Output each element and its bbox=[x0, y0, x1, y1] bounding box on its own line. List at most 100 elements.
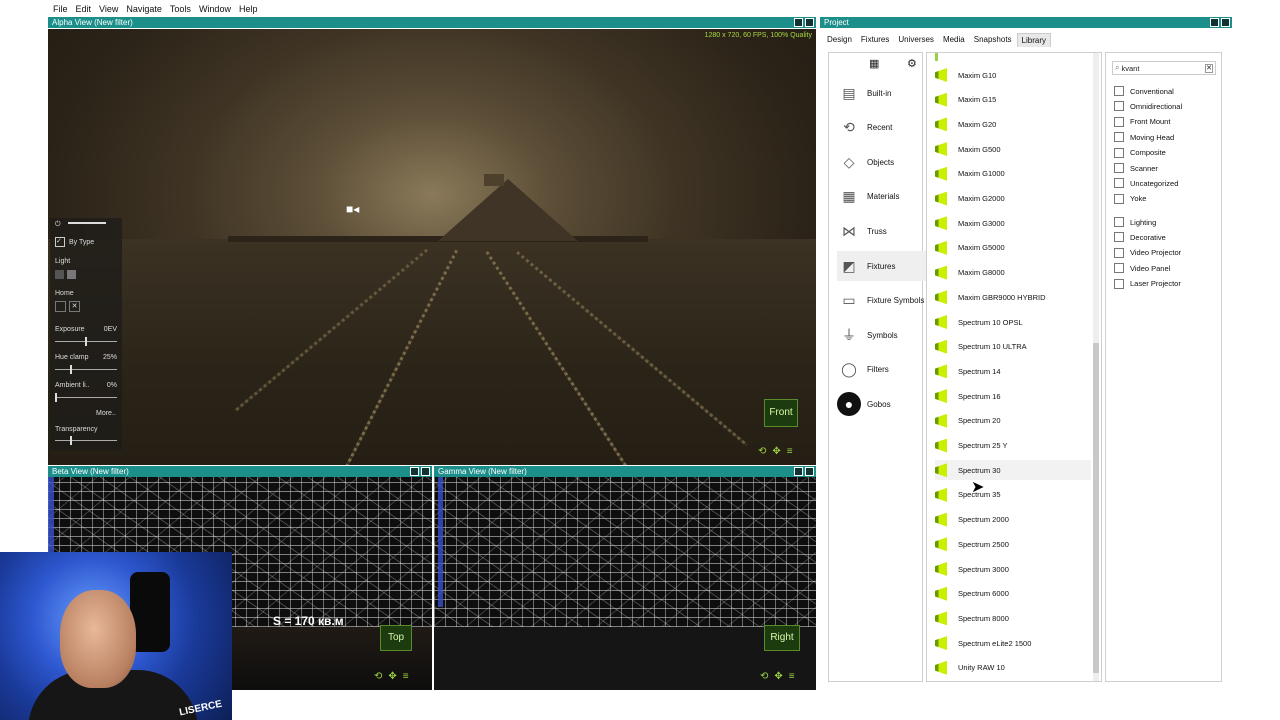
checkbox-icon[interactable] bbox=[1114, 232, 1124, 243]
hue-slider[interactable] bbox=[55, 365, 117, 374]
refresh-icon[interactable]: ⟲ bbox=[758, 446, 766, 457]
menu-icon[interactable]: ≡ bbox=[787, 446, 793, 457]
transparency-knob[interactable] bbox=[70, 436, 72, 445]
tab-snapshots[interactable]: Snapshots bbox=[970, 33, 1016, 47]
checkbox-icon[interactable] bbox=[1114, 147, 1124, 158]
checkbox-icon[interactable] bbox=[1114, 132, 1124, 143]
fixture-item[interactable]: Spectrum 25 Y bbox=[935, 436, 1091, 456]
category-objects[interactable]: ◇ Objects bbox=[837, 147, 929, 177]
front-view-button[interactable]: Front bbox=[764, 399, 798, 427]
filter-video-projector[interactable]: Video Projector bbox=[1114, 246, 1181, 260]
fixture-item[interactable]: Maxim G3000 bbox=[935, 213, 1091, 233]
category-materials[interactable]: ▦ Materials bbox=[837, 182, 929, 212]
category-gobos[interactable]: ● Gobos bbox=[837, 389, 929, 419]
filter-composite[interactable]: Composite bbox=[1114, 146, 1166, 160]
fixture-item[interactable]: Spectrum 20 bbox=[935, 411, 1091, 431]
category-recent[interactable]: ⟲ Recent bbox=[837, 113, 929, 143]
checkbox-icon[interactable] bbox=[1114, 193, 1124, 204]
filter-lighting[interactable]: Lighting bbox=[1114, 215, 1156, 229]
checkbox-icon[interactable] bbox=[1114, 101, 1124, 112]
tab-design[interactable]: Design bbox=[823, 33, 856, 47]
fixture-item[interactable]: Spectrum 2000 bbox=[935, 510, 1091, 530]
filter-uncategorized[interactable]: Uncategorized bbox=[1114, 176, 1178, 190]
exposure-knob[interactable] bbox=[85, 337, 87, 346]
fixture-item[interactable]: Maxim G2000 bbox=[935, 189, 1091, 209]
by-type-toggle[interactable]: ✓ By Type bbox=[55, 237, 94, 247]
fixture-item[interactable]: Maxim G1000 bbox=[935, 164, 1091, 184]
menu-icon[interactable]: ≡ bbox=[789, 671, 795, 682]
alpha-viewport[interactable]: ■◂ 1280 x 720, 60 FPS, 100% Quality ⏻ ✓ … bbox=[48, 29, 816, 465]
close-icon[interactable] bbox=[805, 467, 814, 476]
fixture-item[interactable]: Maxim G5000 bbox=[935, 238, 1091, 258]
checkbox-icon[interactable] bbox=[1114, 163, 1124, 173]
category-symbols[interactable]: ⏚ Symbols bbox=[837, 320, 929, 350]
gamma-viewport[interactable]: Right ⟲ ✥ ≡ bbox=[434, 477, 816, 690]
fixture-item[interactable]: Spectrum 30 bbox=[935, 460, 1091, 481]
fixture-item[interactable]: Spectrum 35 bbox=[935, 485, 1091, 505]
more-link[interactable]: More.. bbox=[96, 410, 116, 417]
tab-fixtures[interactable]: Fixtures bbox=[857, 33, 893, 47]
filter-omnidirectional[interactable]: Omnidirectional bbox=[1114, 99, 1182, 113]
fixture-item[interactable]: Maxim G10 bbox=[935, 65, 1091, 85]
fixture-item[interactable]: Maxim G500 bbox=[935, 139, 1091, 159]
refresh-icon[interactable]: ⟲ bbox=[374, 671, 382, 682]
overlay-handle[interactable] bbox=[68, 222, 106, 224]
menu-icon[interactable]: ≡ bbox=[403, 671, 409, 682]
checkbox-icon[interactable] bbox=[1114, 263, 1124, 274]
filter-yoke[interactable]: Yoke bbox=[1114, 192, 1146, 206]
close-icon[interactable] bbox=[421, 467, 430, 476]
fixture-item[interactable]: Spectrum 2500 bbox=[935, 534, 1091, 554]
menu-item-window[interactable]: Window bbox=[199, 4, 231, 14]
fixture-item[interactable]: Maxim G15 bbox=[935, 90, 1091, 110]
filter-conventional[interactable]: Conventional bbox=[1114, 84, 1174, 98]
fixture-item[interactable]: Spectrum 16 bbox=[935, 386, 1091, 406]
filter-moving-head[interactable]: Moving Head bbox=[1114, 130, 1174, 144]
refresh-icon[interactable]: ⟲ bbox=[760, 671, 768, 682]
hue-knob[interactable] bbox=[70, 365, 72, 374]
fixture-item[interactable]: Maxim G8000 bbox=[935, 263, 1091, 283]
category-fixtures[interactable]: ◩ Fixtures bbox=[837, 251, 929, 281]
home-set-icon[interactable] bbox=[55, 301, 66, 312]
restore-icon[interactable] bbox=[410, 467, 419, 476]
ambient-knob[interactable] bbox=[55, 393, 57, 402]
checkbox-icon[interactable] bbox=[1114, 86, 1124, 96]
restore-icon[interactable] bbox=[794, 18, 803, 27]
close-icon[interactable] bbox=[1221, 18, 1230, 27]
gear-icon[interactable]: ⚙ bbox=[907, 57, 917, 70]
fixture-item[interactable]: Spectrum 10 OPSL bbox=[935, 312, 1091, 332]
fixture-scrollbar[interactable] bbox=[1093, 53, 1099, 681]
fixture-item[interactable]: Spectrum 14 bbox=[935, 361, 1091, 381]
checkbox-icon[interactable]: ✓ bbox=[55, 237, 65, 247]
menu-item-tools[interactable]: Tools bbox=[170, 4, 191, 14]
checkbox-icon[interactable] bbox=[1114, 217, 1124, 227]
restore-icon[interactable] bbox=[794, 467, 803, 476]
search-field[interactable]: ⌕ kvant ✕ bbox=[1112, 61, 1216, 75]
menu-item-edit[interactable]: Edit bbox=[76, 4, 92, 14]
filter-front-mount[interactable]: Front Mount bbox=[1114, 115, 1170, 129]
filter-scanner[interactable]: Scanner bbox=[1114, 161, 1158, 175]
category-filters[interactable]: ◯ Filters bbox=[837, 355, 929, 385]
menu-item-help[interactable]: Help bbox=[239, 4, 258, 14]
category-truss[interactable]: ⋈ Truss bbox=[837, 216, 929, 246]
light-off-icon[interactable] bbox=[55, 270, 64, 279]
menu-item-file[interactable]: File bbox=[53, 4, 68, 14]
fixture-item[interactable]: Spectrum 6000 bbox=[935, 584, 1091, 604]
light-on-icon[interactable] bbox=[67, 270, 76, 279]
fixture-item[interactable]: Maxim G20 bbox=[935, 114, 1091, 134]
menu-item-view[interactable]: View bbox=[99, 4, 118, 14]
move-icon[interactable]: ✥ bbox=[388, 671, 396, 682]
ambient-slider[interactable] bbox=[55, 393, 117, 402]
search-input[interactable]: kvant bbox=[1121, 64, 1139, 73]
category-built-in[interactable]: ▤ Built-in bbox=[837, 78, 929, 108]
category-fixture-symbols[interactable]: ▭ Fixture Symbols bbox=[837, 286, 929, 316]
fixture-item[interactable]: Spectrum 8000 bbox=[935, 608, 1091, 628]
tab-media[interactable]: Media bbox=[939, 33, 969, 47]
transparency-slider[interactable] bbox=[55, 436, 117, 445]
exposure-slider[interactable] bbox=[55, 337, 117, 346]
fixture-item[interactable]: Maxim GBR9000 HYBRID bbox=[935, 287, 1091, 307]
filter-video-panel[interactable]: Video Panel bbox=[1114, 261, 1170, 275]
fixture-item[interactable]: Spectrum 10 ULTRA bbox=[935, 337, 1091, 357]
filter-laser-projector[interactable]: Laser Projector bbox=[1114, 277, 1181, 291]
power-icon[interactable]: ⏻ bbox=[55, 221, 61, 229]
fixture-item[interactable]: Unity RAW 10 bbox=[935, 658, 1091, 678]
